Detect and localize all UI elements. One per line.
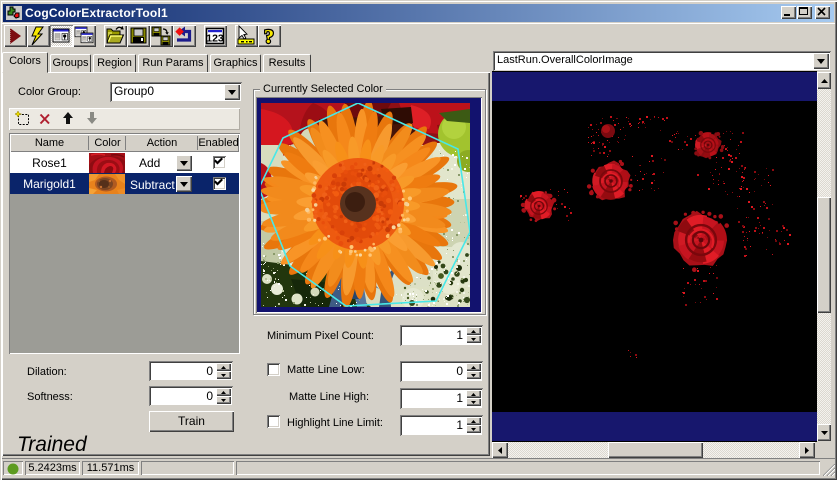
svg-text:123: 123 xyxy=(206,33,224,45)
svg-text:?: ? xyxy=(264,26,274,47)
